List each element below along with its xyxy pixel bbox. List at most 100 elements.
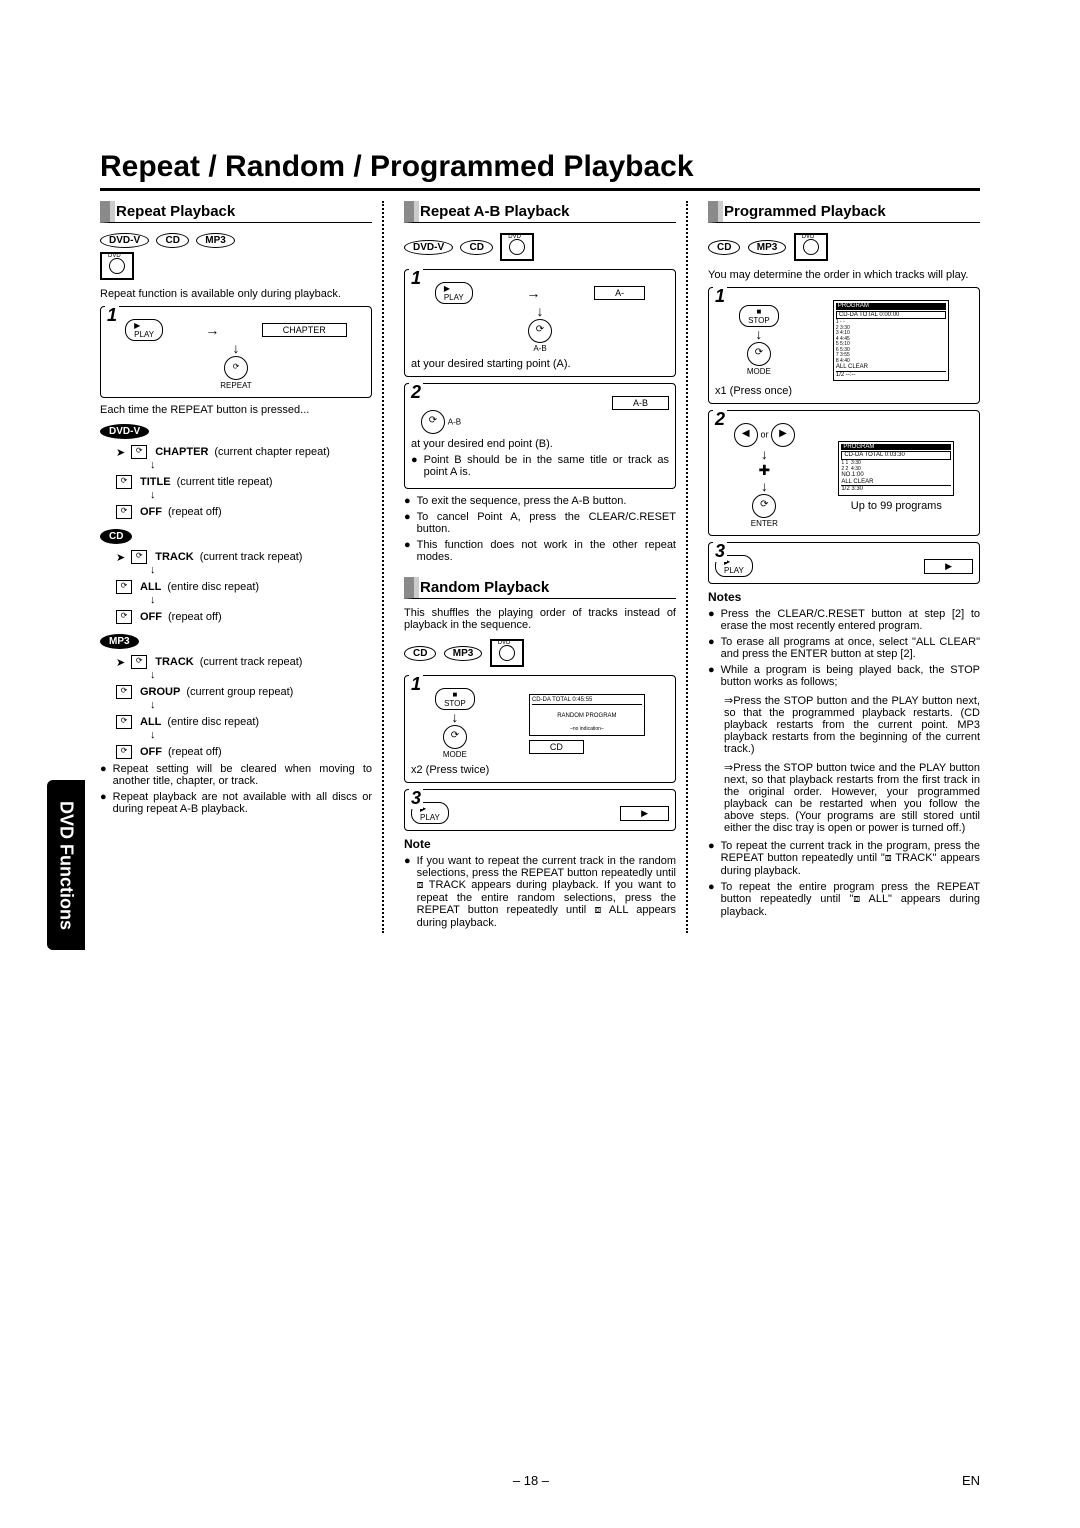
osd-chapter: CHAPTER xyxy=(262,323,347,337)
list-item: ⟳ GROUP (current group repeat) xyxy=(116,685,372,699)
prog-diagram-3: 3 ▶PLAY ▶ xyxy=(708,542,980,584)
repeat-list-dvd: DVD-V ➤ ⟳ CHAPTER (current chapter repea… xyxy=(100,422,372,519)
mode-desc: (repeat off) xyxy=(168,746,222,758)
tag-dvdv: DVD-V xyxy=(404,240,453,255)
play-button-icon: ▶PLAY xyxy=(125,319,163,341)
mode-button-icon: ⟳ xyxy=(443,725,467,749)
col-repeat: Repeat Playback DVD-V CD MP3 Repeat func… xyxy=(100,201,384,933)
prog-note-5: ●To repeat the entire program press the … xyxy=(708,881,980,918)
ab-button-icon: ⟳ xyxy=(421,410,445,434)
tag-dvd-disc xyxy=(794,233,828,261)
osd-a: A- xyxy=(594,286,645,300)
prog-note-4: ●To repeat the current track in the prog… xyxy=(708,840,980,877)
section-head-ab: Repeat A-B Playback xyxy=(404,201,676,223)
tag-mp3: MP3 xyxy=(444,646,483,661)
tag-mp3-dark: MP3 xyxy=(100,634,139,649)
step-num: 3 xyxy=(713,541,727,562)
bullet-icon: ● xyxy=(411,454,418,478)
arrow-icon: ➤ xyxy=(116,551,125,564)
arrow-down-icon: ↓ xyxy=(451,709,458,725)
arrow-down-icon: ↓ xyxy=(150,699,372,711)
osd-play: ▶ xyxy=(620,806,669,821)
prog-note-2: ●To erase all programs at once, select "… xyxy=(708,636,980,660)
col-programmed: Programmed Playback CD MP3 You may deter… xyxy=(708,201,980,933)
page-footer: – 18 – EN xyxy=(100,1473,980,1488)
repeat-icon: ⟳ xyxy=(131,655,147,669)
ab-note-1: ●To exit the sequence, press the A-B but… xyxy=(404,495,676,507)
arrow-icon: ➤ xyxy=(116,446,125,459)
arrow-down-icon: ↓ xyxy=(150,729,372,741)
bullet-icon: ● xyxy=(404,855,411,929)
repeat-icon: ⟳ xyxy=(116,505,132,519)
ab-label: A-B xyxy=(533,344,546,353)
mode-label: MODE xyxy=(443,750,467,759)
page-title: Repeat / Random / Programmed Playback xyxy=(100,150,980,191)
random-note-head: Note xyxy=(404,837,676,851)
step-num: 2 xyxy=(713,409,727,430)
tag-dvdv-dark: DVD-V xyxy=(100,424,149,439)
random-note: ● If you want to repeat the current trac… xyxy=(404,855,676,929)
section-head-random: Random Playback xyxy=(404,577,676,599)
ab-diagram-1: 1 ▶PLAY → A- ↓ ⟳ A-B at your desired sta… xyxy=(404,269,676,377)
mode-desc: (current title repeat) xyxy=(177,476,273,488)
arrow-down-icon: ↓ xyxy=(233,340,240,356)
mode-desc: (current track repeat) xyxy=(200,656,303,668)
list-item: ⟳ OFF (repeat off) xyxy=(116,505,372,519)
list-item: ➤ ⟳ TRACK (current track repeat) xyxy=(116,550,372,564)
tag-mp3: MP3 xyxy=(196,233,235,248)
bullet-icon: ● xyxy=(708,636,715,660)
tag-cd-dark: CD xyxy=(100,529,132,544)
repeat-icon: ⟳ xyxy=(116,685,132,699)
play-button-icon: ▶PLAY xyxy=(435,282,473,304)
side-tab: DVD Functions xyxy=(47,780,85,950)
ab-note-3: ●This function does not work in the othe… xyxy=(404,539,676,563)
mode-desc: (repeat off) xyxy=(168,506,222,518)
step-num: 1 xyxy=(105,305,119,326)
tag-cd: CD xyxy=(460,240,492,255)
arrow-down-icon: ↓ xyxy=(150,564,372,576)
prog-caption-2: Up to 99 programs xyxy=(838,500,954,512)
mode-desc: (entire disc repeat) xyxy=(167,581,259,593)
mode-button-icon: ⟳ xyxy=(747,342,771,366)
repeat-icon: ⟳ xyxy=(116,580,132,594)
mode-label: OFF xyxy=(140,746,162,758)
prog-diagram-1: 1 ■STOP ↓ ⟳ MODE PROGRAM CD-DA TOTAL 0:0… xyxy=(708,287,980,404)
enter-label: ENTER xyxy=(751,519,778,528)
arrow-down-icon: ↓ xyxy=(761,446,768,462)
osd-cd: CD xyxy=(529,740,584,754)
lang-code: EN xyxy=(962,1473,980,1488)
tag-cd: CD xyxy=(708,240,740,255)
prog-subnote-1: ⇒Press the STOP button and the PLAY butt… xyxy=(724,694,980,755)
tag-dvdv: DVD-V xyxy=(100,233,149,248)
repeat-icon: ⟳ xyxy=(131,550,147,564)
list-item: ⟳ ALL (entire disc repeat) xyxy=(116,580,372,594)
bullet-icon: ● xyxy=(708,608,715,632)
mode-desc: (repeat off) xyxy=(168,611,222,623)
prog-note-3: ●While a program is being played back, t… xyxy=(708,664,980,688)
arrow-down-icon: ↓ xyxy=(755,326,762,342)
mode-label: TRACK xyxy=(155,656,194,668)
random-diagram-1: 1 ■STOP ↓ ⟳ MODE CD-DA TOTAL 0:45:55 RAN… xyxy=(404,675,676,783)
bullet-icon: ● xyxy=(708,881,715,918)
tag-dvd-disc xyxy=(490,639,524,667)
tag-cd: CD xyxy=(156,233,188,248)
arrow-down-icon: ↓ xyxy=(150,459,372,471)
tag-dvd-disc xyxy=(100,252,134,280)
repeat-icon: ⟳ xyxy=(131,445,147,459)
list-item: ➤ ⟳ CHAPTER (current chapter repeat) xyxy=(116,445,372,459)
bullet-icon: ● xyxy=(708,664,715,688)
osd-play: ▶ xyxy=(924,559,973,574)
repeat-diagram-1: 1 ▶PLAY → CHAPTER ↓ ⟳ REPEAT xyxy=(100,306,372,398)
prog-note-1: ●Press the CLEAR/C.RESET button at step … xyxy=(708,608,980,632)
bullet-icon: ● xyxy=(708,840,715,877)
repeat-list-mp3: MP3 ➤ ⟳ TRACK (current track repeat) ↓ ⟳… xyxy=(100,632,372,759)
random-screen: CD-DA TOTAL 0:45:55 RANDOM PROGRAM –no i… xyxy=(529,694,645,736)
step-num: 2 xyxy=(409,382,423,403)
each-time-text: Each time the REPEAT button is pressed..… xyxy=(100,404,372,416)
repeat-icon: ⟳ xyxy=(116,715,132,729)
arrow-down-icon: ↓ xyxy=(150,489,372,501)
repeat-icon: ⟳ xyxy=(116,475,132,489)
repeat-note-2: ● Repeat playback are not available with… xyxy=(100,791,372,815)
ab-caption-1: at your desired starting point (A). xyxy=(411,358,669,370)
osd-ab: A-B xyxy=(612,396,669,410)
